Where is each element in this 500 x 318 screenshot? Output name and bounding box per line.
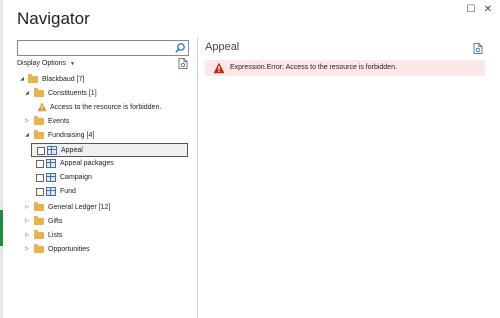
folder-icon <box>34 88 44 97</box>
folder-icon <box>34 116 44 125</box>
tree-node-error-label: Access to the resource is forbidden. <box>50 104 162 111</box>
tree-node-error: Access to the resource is forbidden. <box>17 101 193 114</box>
tree-node-label: Appeal <box>61 147 83 154</box>
tree-node-appeal-packages[interactable]: Appeal packages <box>31 157 188 170</box>
tree-node-general-ledger[interactable]: ▷ General Ledger [12] <box>17 201 193 214</box>
folder-icon <box>34 130 44 139</box>
table-icon <box>46 173 56 182</box>
navigator-left-pane: Display Options ▼ ◢ Blackbaud [7] ◢ Const… <box>17 40 193 318</box>
dialog-title: Navigator <box>17 9 90 28</box>
folder-icon <box>34 230 44 239</box>
expanded-icon[interactable]: ◢ <box>24 129 30 142</box>
appeal-checkbox[interactable] <box>37 147 45 155</box>
collapsed-icon[interactable]: ▷ <box>24 201 30 214</box>
table-icon <box>47 146 57 155</box>
tree-node-campaign[interactable]: Campaign <box>31 171 188 184</box>
tree-node-fundraising[interactable]: ◢ Fundraising [4] <box>17 129 193 142</box>
collapsed-icon[interactable]: ▷ <box>24 215 30 228</box>
tree-node-label: Events <box>48 118 70 125</box>
preview-pane: Appeal Expression.Error: Access to the r… <box>205 40 495 310</box>
table-icon <box>46 187 56 196</box>
display-options-label: Display Options <box>17 60 67 67</box>
folder-icon <box>34 244 44 253</box>
error-message: Expression.Error: Access to the resource… <box>230 64 397 71</box>
warning-icon <box>213 62 225 74</box>
export-preview-icon[interactable] <box>473 43 483 54</box>
maximize-button[interactable]: ☐ <box>464 3 478 17</box>
error-banner: Expression.Error: Access to the resource… <box>205 60 485 76</box>
folder-icon <box>34 202 44 211</box>
search-icon[interactable] <box>174 42 186 54</box>
expanded-icon[interactable]: ◢ <box>24 87 30 100</box>
tree-node-label: Appeal packages <box>60 160 114 167</box>
campaign-checkbox[interactable] <box>36 174 44 182</box>
tree-node-label: Fundraising [4] <box>48 132 95 139</box>
tree-node-label: General Ledger [12] <box>48 204 111 211</box>
folder-icon <box>34 216 44 225</box>
close-button[interactable]: ✕ <box>481 3 495 17</box>
appeal-packages-checkbox[interactable] <box>36 160 44 168</box>
tree-node-label: Campaign <box>60 174 92 181</box>
tree-node-events[interactable]: ▷ Events <box>17 115 193 128</box>
display-options-dropdown[interactable]: Display Options ▼ <box>17 60 75 67</box>
warning-icon <box>37 102 47 112</box>
table-icon <box>46 159 56 168</box>
refresh-icon[interactable] <box>178 58 188 69</box>
fund-checkbox[interactable] <box>36 188 44 196</box>
folder-icon <box>28 74 38 83</box>
tree-node-blackbaud[interactable]: ◢ Blackbaud [7] <box>17 73 193 86</box>
background-app-accent <box>0 210 3 246</box>
tree-node-lists[interactable]: ▷ Lists <box>17 229 193 242</box>
tree-node-label: Opportunities <box>48 246 90 253</box>
search-box[interactable] <box>17 40 189 60</box>
tree-node-fund[interactable]: Fund <box>31 185 188 198</box>
search-input[interactable] <box>18 45 176 60</box>
tree-node-label: Lists <box>48 232 63 239</box>
tree-node-constituents[interactable]: ◢ Constituents [1] <box>17 87 193 100</box>
tree-node-label: Constituents [1] <box>48 90 97 97</box>
background-app-strip <box>0 0 3 318</box>
tree-node-label: Blackbaud [7] <box>42 76 85 83</box>
tree-node-gifts[interactable]: ▷ Gifts <box>17 215 193 228</box>
collapsed-icon[interactable]: ▷ <box>24 229 30 242</box>
pane-divider[interactable] <box>197 38 198 318</box>
expanded-icon[interactable]: ◢ <box>19 73 25 86</box>
collapsed-icon[interactable]: ▷ <box>24 243 30 256</box>
collapsed-icon[interactable]: ▷ <box>24 115 30 128</box>
tree-node-label: Gifts <box>48 218 63 225</box>
chevron-down-icon: ▼ <box>70 61 75 67</box>
tree-node-label: Fund <box>60 188 76 195</box>
tree-node-opportunities[interactable]: ▷ Opportunities <box>17 243 193 256</box>
tree-node-appeal[interactable]: Appeal <box>31 143 188 157</box>
preview-title: Appeal <box>205 41 240 53</box>
